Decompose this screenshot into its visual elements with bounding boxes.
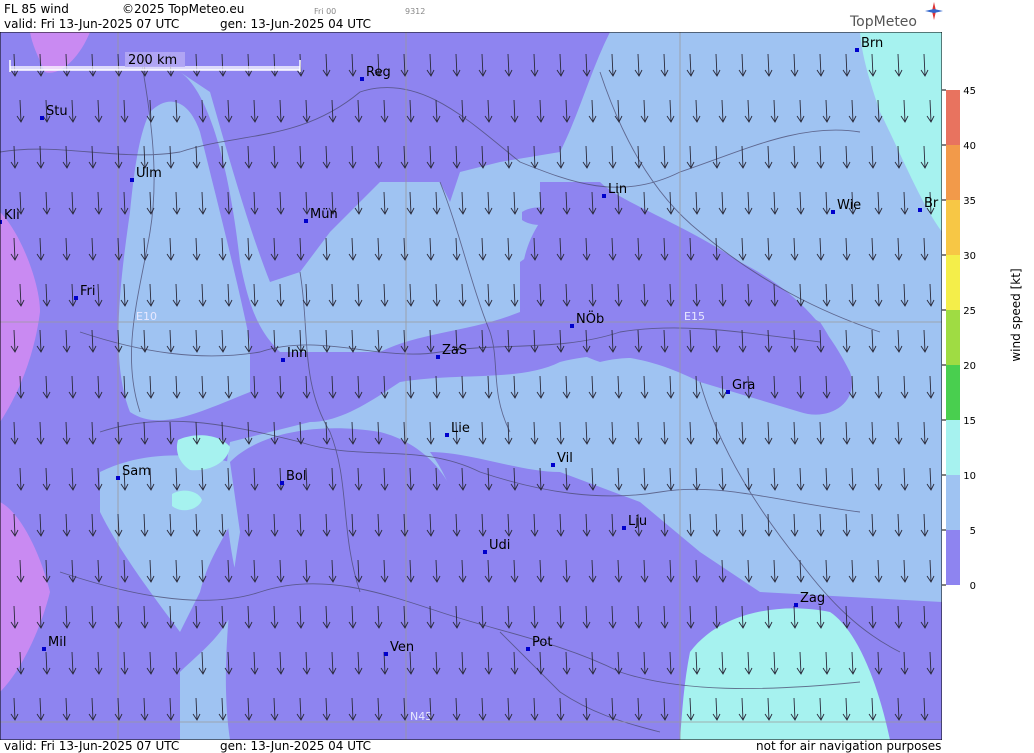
copyright-text: ©2025 TopMeteo.eu	[122, 2, 245, 16]
scale-label: 200 km	[128, 53, 177, 68]
city-label: Ven	[390, 640, 414, 655]
legend-color-bar	[946, 200, 960, 255]
city-marker	[726, 390, 730, 394]
city-label: Mil	[48, 635, 66, 650]
legend-tick-label: 15	[963, 416, 976, 427]
city-label: Sam	[122, 464, 151, 479]
city-label: Kli	[4, 208, 20, 223]
city-label: Lju	[628, 514, 647, 529]
city-label: Brn	[861, 36, 883, 51]
city-label: Ulm	[136, 166, 162, 181]
legend-tick-label: 45	[963, 86, 976, 97]
city-marker	[304, 219, 308, 223]
legend-color-bar	[946, 90, 960, 145]
city-marker	[384, 652, 388, 656]
city-label: Mün	[310, 207, 338, 222]
grid-label-e10: E10	[136, 310, 157, 323]
legend-color-bar	[946, 530, 960, 585]
city-marker	[551, 463, 555, 467]
topmeteo-logo: TopMeteo	[850, 2, 943, 30]
city-label: Udi	[489, 538, 510, 553]
legend-tick-label: 20	[963, 361, 976, 372]
city-label: Br	[924, 196, 939, 211]
legend-color-bar	[946, 145, 960, 200]
compass-icon	[925, 2, 943, 20]
legend-color-bar	[946, 255, 960, 310]
city-marker	[116, 476, 120, 480]
city-marker	[918, 208, 922, 212]
city-label: Fri	[80, 284, 96, 299]
city-label: Gra	[732, 378, 755, 393]
footer-generated-time: gen: 13-Jun-2025 04 UTC	[220, 739, 372, 753]
city-label: ZaS	[442, 343, 467, 358]
wind-map: E10 E15 N45 200 km StuRegBrnUlmMünLinWie…	[0, 32, 942, 740]
legend-color-bar	[946, 420, 960, 475]
city-marker	[855, 48, 859, 52]
code-tag: 9312	[405, 7, 426, 16]
city-label: Stu	[46, 104, 68, 119]
city-label: Wie	[837, 198, 861, 213]
city-marker	[40, 116, 44, 120]
product-title: FL 85 wind	[4, 2, 69, 16]
generated-time: gen: 13-Jun-2025 04 UTC	[220, 17, 372, 31]
legend-tick-label: 0	[970, 581, 976, 592]
city-label: Lin	[608, 182, 627, 197]
legend-tick-label: 30	[963, 251, 976, 262]
valid-time: valid: Fri 13-Jun-2025 07 UTC	[4, 17, 180, 31]
legend-tick-label: 40	[963, 141, 976, 152]
legend-tick-label: 35	[963, 196, 976, 207]
legend-tick-label: 10	[963, 471, 976, 482]
grid-label-e15: E15	[684, 310, 705, 323]
legend-color-bar	[946, 475, 960, 530]
city-marker	[602, 194, 606, 198]
city-marker	[445, 433, 449, 437]
legend-tick-label: 25	[963, 306, 976, 317]
city-label: NÖb	[576, 310, 604, 327]
city-marker	[130, 178, 134, 182]
city-marker	[622, 526, 626, 530]
city-marker	[360, 77, 364, 81]
city-marker	[42, 647, 46, 651]
city-marker	[570, 324, 574, 328]
wind-speed-legend: 45 40 35 30 25 20 15 10 5 0 wind speed [kt]	[942, 86, 1023, 592]
city-marker	[280, 481, 284, 485]
logo-text: TopMeteo	[850, 14, 917, 30]
footer-valid-time: valid: Fri 13-Jun-2025 07 UTC	[4, 739, 180, 753]
legend-title: wind speed [kt]	[1009, 268, 1023, 361]
city-label: Pot	[532, 635, 552, 650]
city-label: Vil	[557, 451, 573, 466]
legend-tick-label: 5	[970, 526, 976, 537]
legend-color-bar	[946, 310, 960, 365]
city-marker	[794, 603, 798, 607]
city-marker	[526, 647, 530, 651]
city-marker	[281, 358, 285, 362]
city-label: Inn	[287, 346, 307, 361]
city-label: Zag	[800, 591, 825, 606]
city-marker	[831, 210, 835, 214]
legend-color-bar	[946, 365, 960, 420]
city-marker	[436, 355, 440, 359]
city-label: Reg	[366, 65, 391, 80]
disclaimer-text: not for air navigation purposes	[756, 739, 942, 753]
city-marker	[483, 550, 487, 554]
city-label: Bol	[286, 469, 306, 484]
city-label: Lie	[451, 421, 470, 436]
city-marker	[74, 296, 78, 300]
